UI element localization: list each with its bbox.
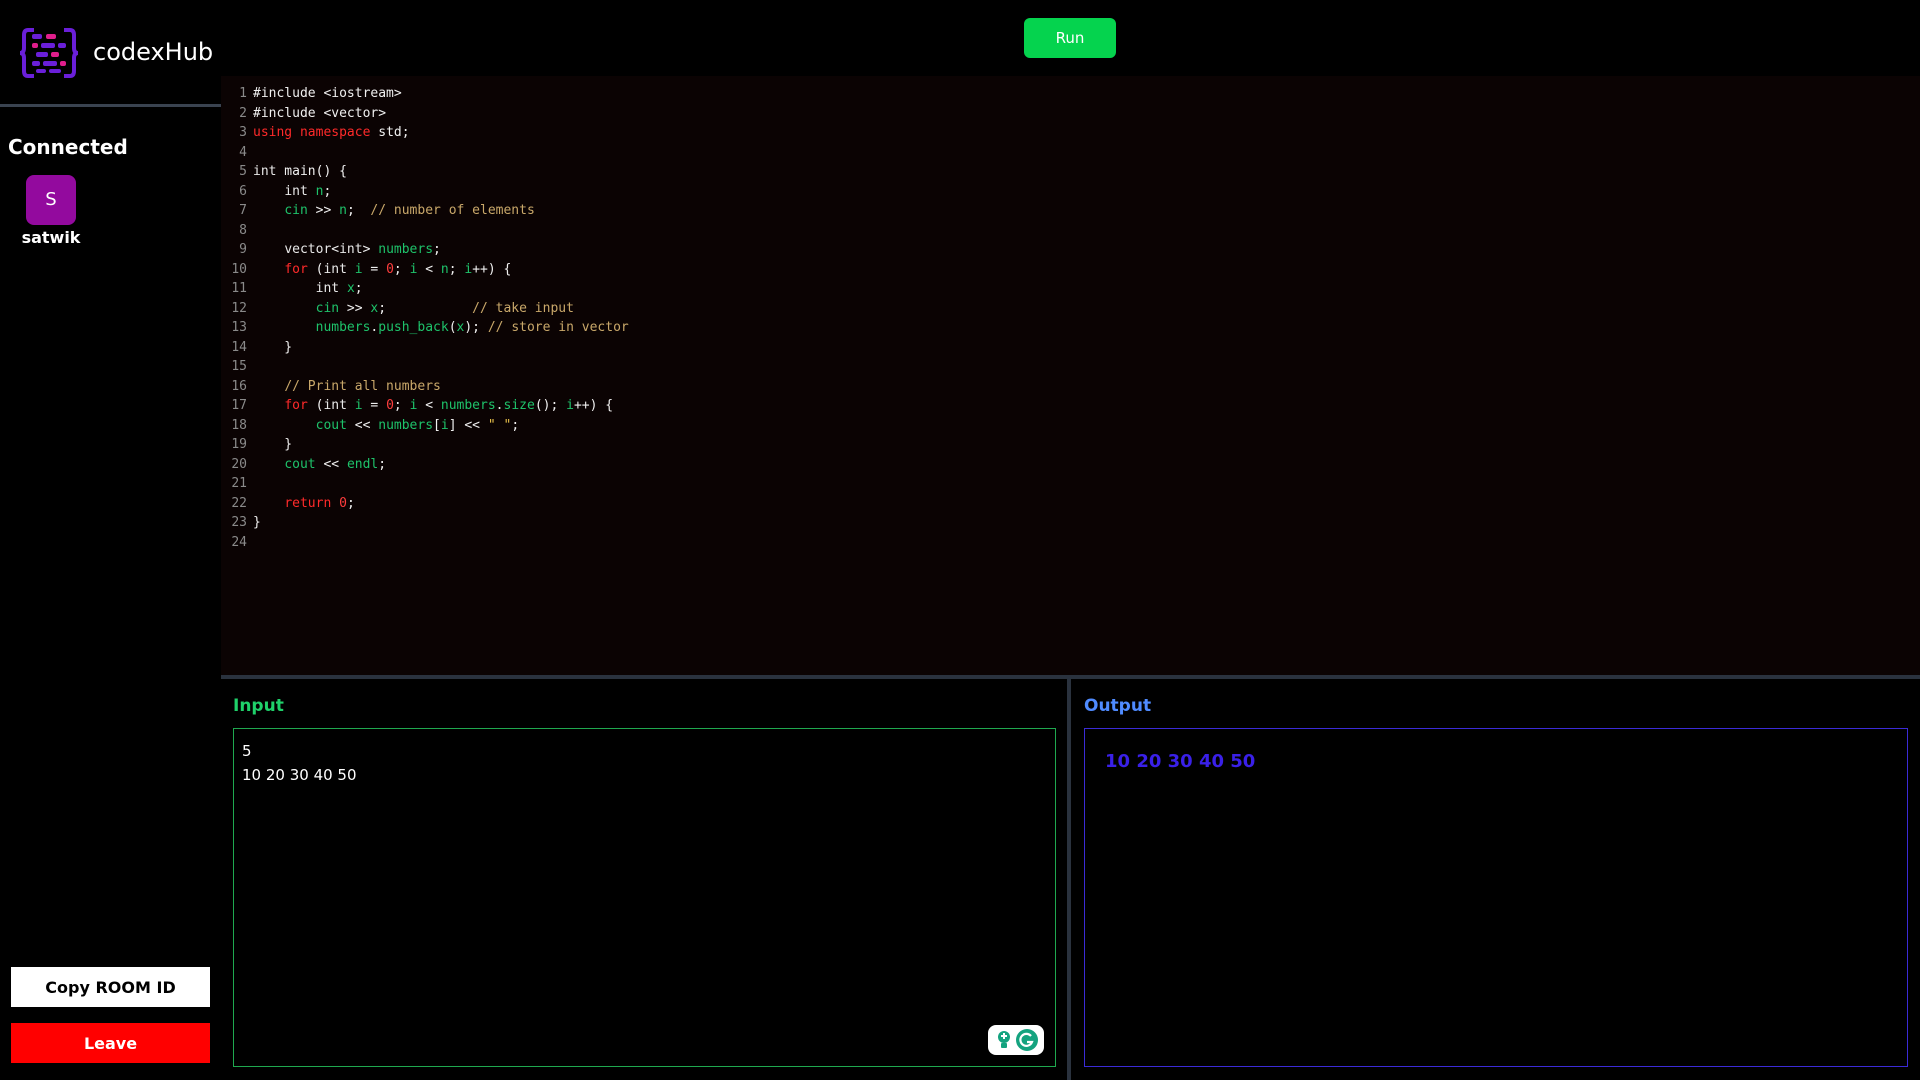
line-number: 8: [239, 222, 247, 238]
line-number: 9: [239, 242, 247, 257]
code-text[interactable]: }: [247, 338, 292, 358]
line-number: 6: [239, 183, 247, 199]
code-line[interactable]: 12 cin >> x; // take input: [221, 299, 1920, 319]
line-number: 16: [231, 378, 247, 394]
line-number: 12: [231, 300, 247, 316]
client-item: S satwik: [22, 175, 80, 247]
code-line[interactable]: 10 for (int i = 0; i < n; i++) {: [221, 260, 1920, 280]
line-number: 13: [231, 320, 247, 335]
code-text[interactable]: cout << numbers[i] << " ";: [247, 416, 520, 436]
line-number: 14: [231, 339, 247, 355]
code-line[interactable]: 18 cout << numbers[i] << " ";: [221, 416, 1920, 436]
code-text[interactable]: int n;: [247, 182, 331, 202]
code-line[interactable]: 9 vector<int> numbers;: [221, 240, 1920, 260]
code-line[interactable]: 2 #include <vector>: [221, 104, 1920, 124]
code-text[interactable]: cout << endl;: [247, 455, 386, 475]
code-text[interactable]: for (int i = 0; i < n; i++) {: [247, 260, 511, 280]
code-line[interactable]: 6 int n;: [221, 182, 1920, 202]
code-line[interactable]: 5 int main() {: [221, 162, 1920, 182]
code-text[interactable]: vector<int> numbers;: [247, 240, 441, 260]
code-text[interactable]: for (int i = 0; i < numbers.size(); i++)…: [247, 396, 613, 416]
code-line[interactable]: 16 // Print all numbers: [221, 377, 1920, 397]
input-title: Input: [233, 696, 284, 716]
code-text[interactable]: #include <iostream>: [247, 84, 402, 104]
code-line[interactable]: 22 return 0;: [221, 494, 1920, 514]
line-number: 22: [231, 495, 247, 511]
code-line[interactable]: 19 }: [221, 435, 1920, 455]
code-text[interactable]: using namespace std;: [247, 123, 410, 143]
code-text[interactable]: int x;: [247, 279, 363, 299]
line-number: 2: [239, 105, 247, 121]
code-text[interactable]: #include <vector>: [247, 104, 386, 124]
line-number: 1: [239, 86, 247, 101]
line-number: 4: [239, 144, 247, 160]
code-line[interactable]: 11 int x;: [221, 279, 1920, 299]
line-number: 19: [231, 437, 247, 452]
code-line[interactable]: 8: [221, 221, 1920, 241]
line-number: 20: [231, 456, 247, 472]
code-line[interactable]: 4: [221, 143, 1920, 163]
lightbulb-icon[interactable]: [994, 1029, 1014, 1051]
line-number: 11: [231, 281, 247, 296]
code-line[interactable]: 7 cin >> n; // number of elements: [221, 201, 1920, 221]
codexhub-logo-icon: [20, 28, 78, 78]
code-text[interactable]: return 0;: [247, 494, 354, 514]
line-number: 21: [231, 476, 247, 491]
code-text[interactable]: numbers.push_back(x); // store in vector: [247, 318, 629, 338]
output-title: Output: [1084, 696, 1152, 716]
line-number: 15: [231, 359, 247, 374]
code-line[interactable]: 21: [221, 474, 1920, 494]
run-button[interactable]: Run: [1024, 18, 1116, 58]
code-line[interactable]: 24: [221, 533, 1920, 553]
sidebar: codexHub Connected S satwik Copy ROOM ID…: [0, 0, 221, 1080]
code-line[interactable]: 17 for (int i = 0; i < numbers.size(); i…: [221, 396, 1920, 416]
line-number: 10: [231, 261, 247, 277]
connected-title: Connected: [8, 135, 128, 159]
output-panel: 10 20 30 40 50: [1084, 728, 1908, 1067]
line-number: 18: [231, 417, 247, 433]
line-number: 3: [239, 125, 247, 140]
code-line[interactable]: 20 cout << endl;: [221, 455, 1920, 475]
io-divider[interactable]: [1067, 679, 1071, 1080]
brand-name: codexHub: [93, 38, 214, 66]
code-text[interactable]: // Print all numbers: [247, 377, 441, 397]
leave-button[interactable]: Leave: [11, 1023, 210, 1063]
code-text[interactable]: }: [247, 435, 292, 455]
line-number: 23: [231, 515, 247, 530]
output-text: 10 20 30 40 50: [1105, 751, 1256, 772]
client-name: satwik: [21, 228, 81, 247]
sidebar-divider: [0, 104, 221, 107]
line-number: 17: [231, 398, 247, 413]
grammarly-g-icon: [1019, 1032, 1034, 1047]
code-text[interactable]: cin >> x; // take input: [247, 299, 574, 319]
code-text[interactable]: int main() {: [247, 162, 347, 182]
code-text[interactable]: cin >> n; // number of elements: [247, 201, 534, 221]
line-number: 24: [231, 534, 247, 550]
code-editor[interactable]: 1 #include <iostream> 2 #include <vector> 3 u…: [221, 76, 1920, 675]
input-textarea[interactable]: [233, 728, 1056, 1067]
code-line[interactable]: 13 numbers.push_back(x); // store in vec…: [221, 318, 1920, 338]
code-text[interactable]: }: [247, 513, 261, 533]
code-line[interactable]: 1 #include <iostream>: [221, 84, 1920, 104]
line-number: 7: [239, 203, 247, 218]
code-line[interactable]: 23}: [221, 513, 1920, 533]
line-number: 5: [239, 164, 247, 179]
grammarly-widget[interactable]: [988, 1025, 1044, 1055]
code-line[interactable]: 3 using namespace std;: [221, 123, 1920, 143]
code-line[interactable]: 14 }: [221, 338, 1920, 358]
copy-room-id-button[interactable]: Copy ROOM ID: [11, 967, 210, 1007]
code-line[interactable]: 15: [221, 357, 1920, 377]
avatar: S: [26, 175, 76, 225]
grammarly-icon[interactable]: [1016, 1029, 1038, 1051]
